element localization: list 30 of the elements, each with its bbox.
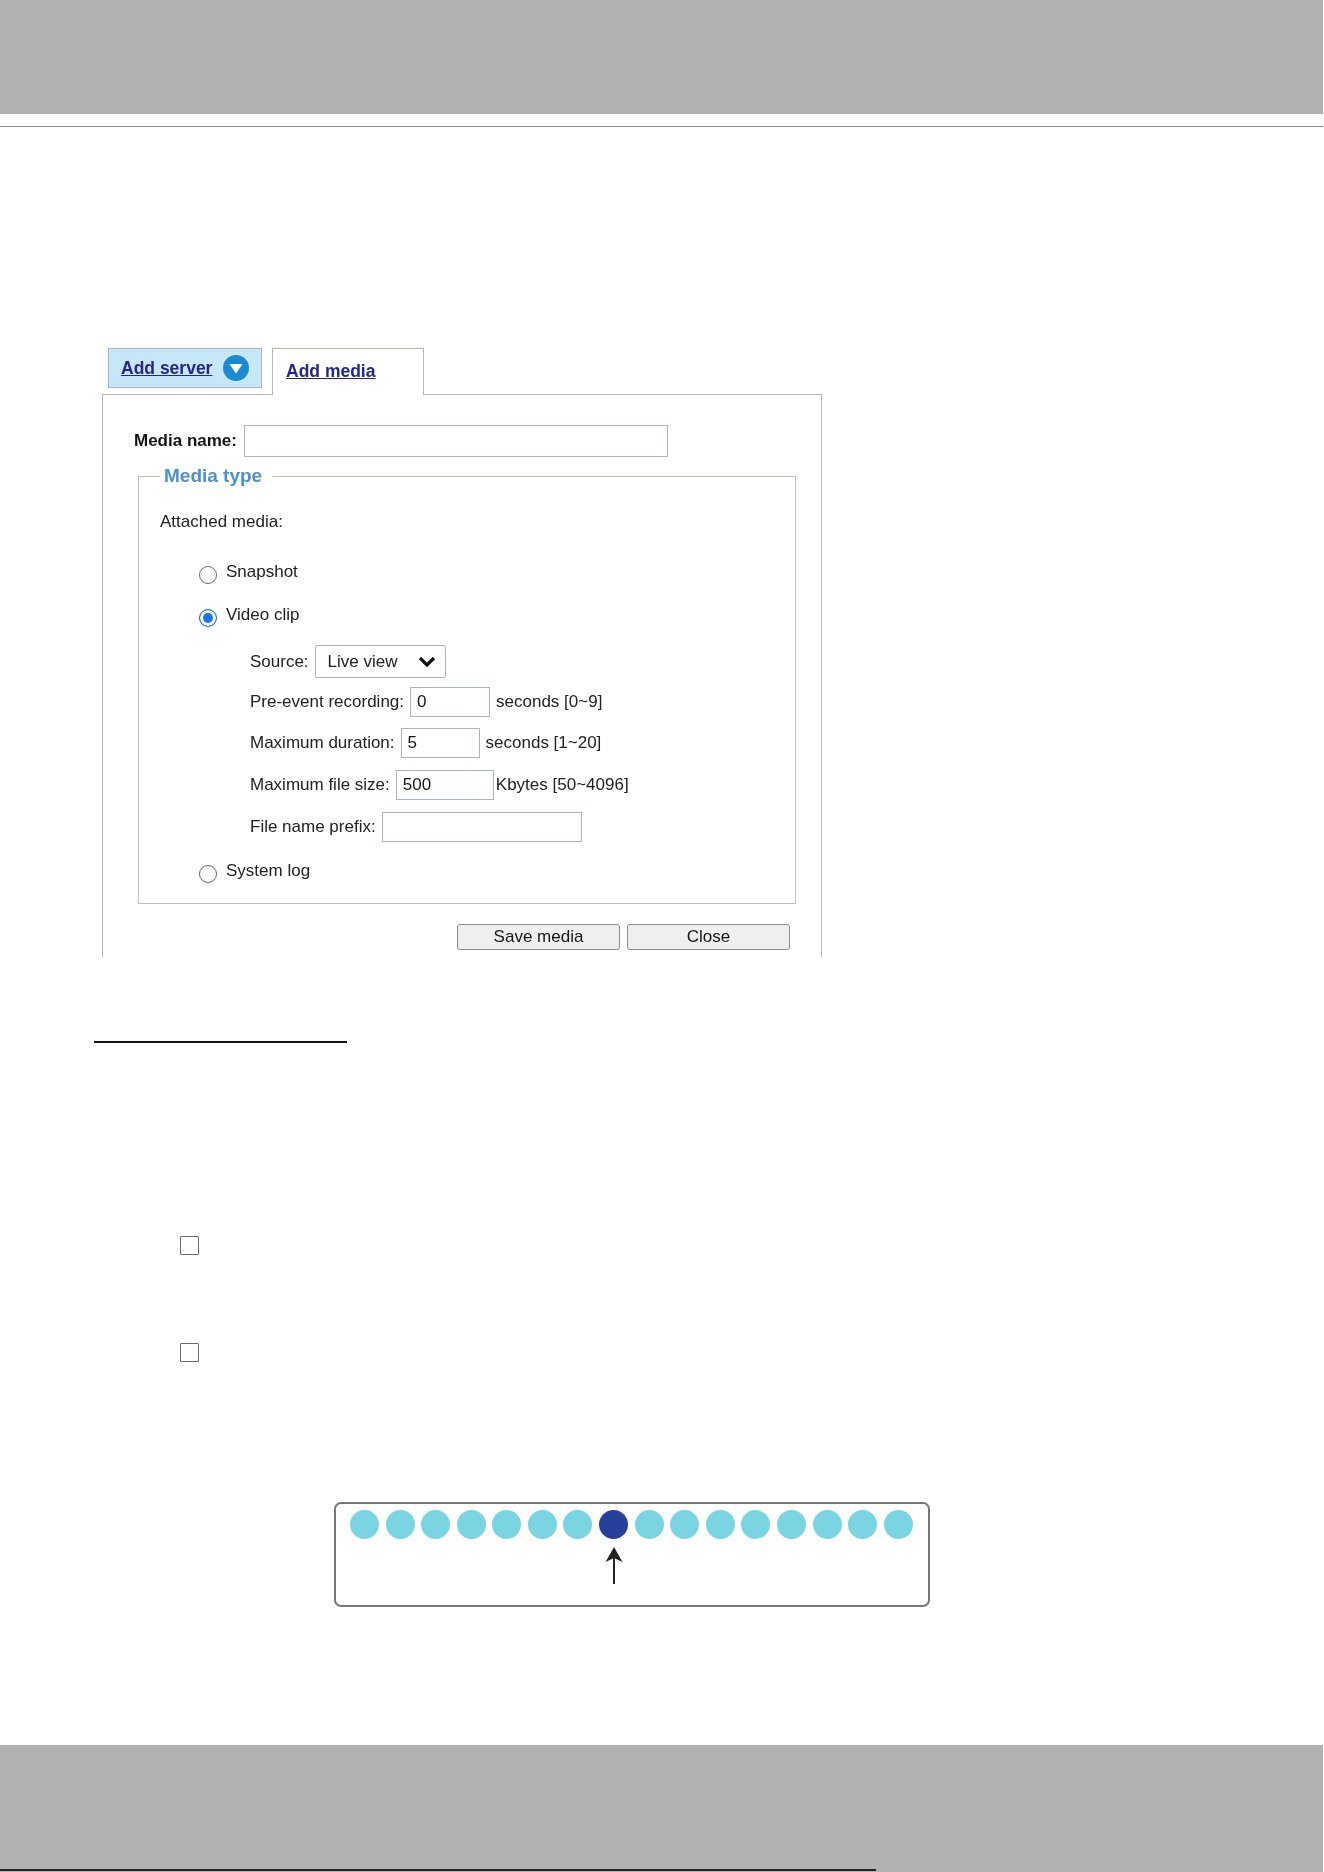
tab[interactable]: Add media [272, 348, 424, 395]
field-label: File name prefix: [250, 816, 376, 838]
dropdown[interactable]: Live view [314, 645, 446, 678]
radio-button[interactable] [199, 566, 217, 584]
radio-button[interactable] [199, 609, 217, 627]
text-field[interactable] [381, 812, 582, 842]
field-label: Source: [250, 650, 309, 673]
checkbox[interactable] [180, 1236, 199, 1255]
option-label: System log [226, 860, 311, 882]
field-label: Maximum duration: [250, 732, 395, 754]
chevron-down-icon [417, 655, 436, 668]
radio-button[interactable] [199, 865, 217, 883]
checkbox[interactable] [180, 1343, 199, 1362]
unit-label: Kbytes [50~4096] [495, 774, 629, 796]
unit-label: seconds [1~20] [485, 732, 602, 754]
section-label: Attached media: [160, 511, 283, 533]
text-field[interactable]: 0 [410, 687, 491, 717]
tab[interactable]: Add server [108, 348, 262, 388]
option-label: Snapshot [226, 561, 298, 583]
field-label: Media name: [134, 430, 237, 452]
field-label: Pre-event recording: [250, 691, 405, 713]
text-field[interactable]: 500 [395, 770, 494, 800]
group-legend: Media type [160, 465, 273, 487]
text-field[interactable] [244, 425, 668, 457]
save-media-button[interactable]: Save media [457, 924, 620, 950]
field-label: Maximum file size: [250, 774, 390, 796]
option-label: Video clip [226, 604, 300, 626]
close-button[interactable]: Close [627, 924, 790, 950]
text-field[interactable]: 5 [400, 728, 480, 758]
unit-label: seconds [0~9] [496, 691, 603, 713]
